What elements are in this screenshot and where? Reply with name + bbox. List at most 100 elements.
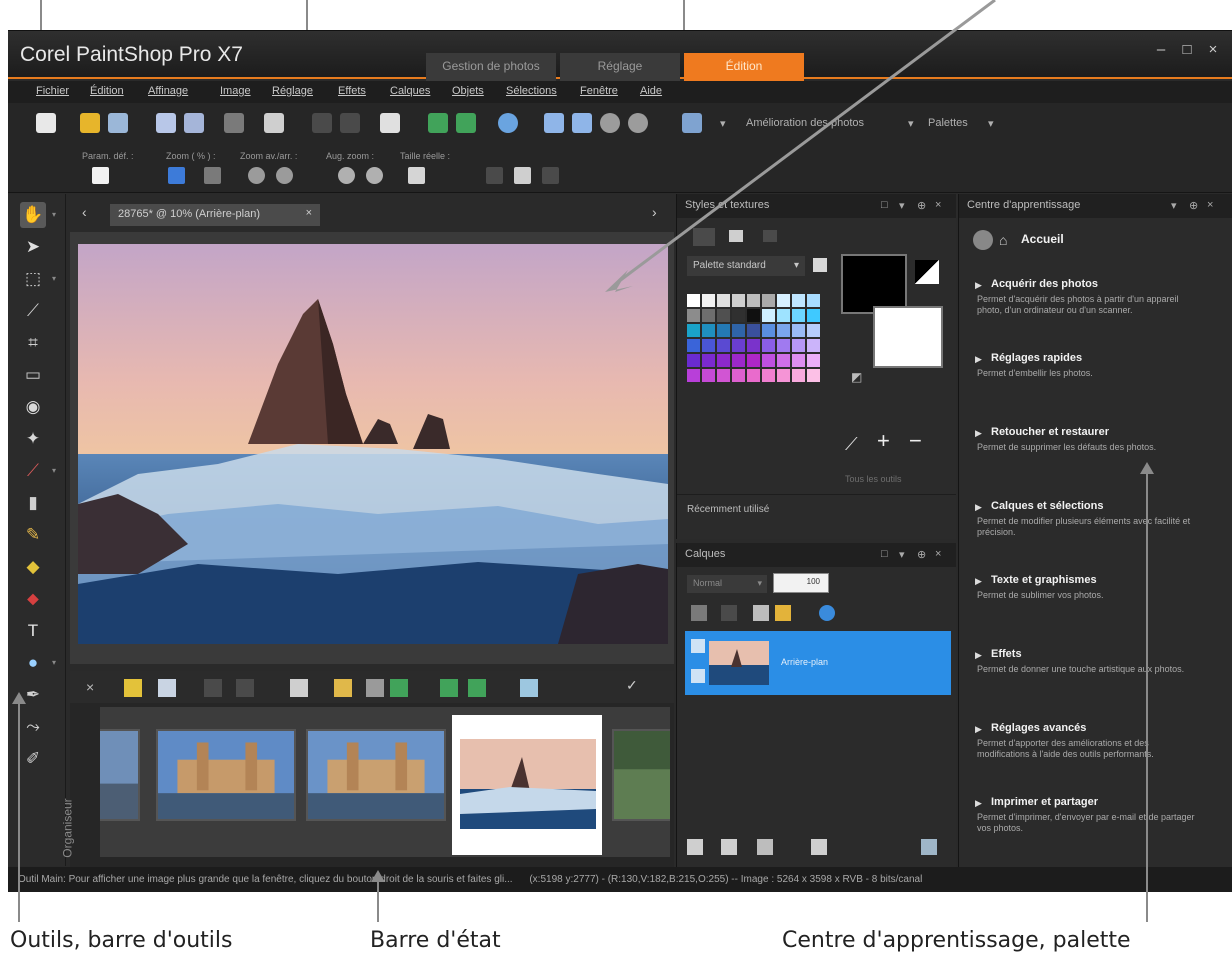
chevron-down-icon[interactable]: ▾ <box>52 274 56 283</box>
color-swatch[interactable] <box>687 294 700 307</box>
chevron-down-icon[interactable]: ▾ <box>899 548 905 561</box>
color-swatch[interactable] <box>777 324 790 337</box>
color-swatch[interactable] <box>717 339 730 352</box>
warp-tool-icon[interactable]: ⤳ <box>20 714 46 740</box>
chevron-right-icon[interactable]: ▶ <box>975 576 982 587</box>
menu-calques[interactable]: Calques <box>390 85 430 97</box>
chevron-down-icon[interactable]: ▾ <box>988 117 994 130</box>
color-swatch[interactable] <box>717 309 730 322</box>
color-swatch[interactable] <box>777 309 790 322</box>
color-swatch[interactable] <box>747 354 760 367</box>
palette-select[interactable]: Palette standard ▾ <box>687 256 805 276</box>
home-icon[interactable]: ⌂ <box>999 232 1007 248</box>
fit-window-icon[interactable] <box>544 113 564 133</box>
color-swatch[interactable] <box>747 324 760 337</box>
zoom-in-icon[interactable] <box>628 113 648 133</box>
group-icon[interactable] <box>811 839 827 855</box>
pan-icon[interactable] <box>486 167 503 184</box>
thumbnail[interactable] <box>100 729 140 821</box>
color-swatch[interactable] <box>687 324 700 337</box>
tab-edition[interactable]: Édition <box>684 53 804 81</box>
color-swatch[interactable] <box>732 294 745 307</box>
color-swatch[interactable] <box>792 294 805 307</box>
mask-layer-icon[interactable] <box>757 839 773 855</box>
hand-preset-icon[interactable] <box>92 167 109 184</box>
window-icon[interactable]: □ <box>881 548 888 560</box>
tag-icon[interactable] <box>334 679 352 697</box>
chevron-down-icon[interactable]: ▾ <box>720 117 726 130</box>
color-swatch[interactable] <box>807 324 820 337</box>
clone-tool-icon[interactable]: ✎ <box>20 522 46 548</box>
chevron-down-icon[interactable]: ▾ <box>52 658 56 667</box>
thumbnail-strip[interactable] <box>100 707 670 857</box>
color-swatch[interactable] <box>732 369 745 382</box>
chevron-right-icon[interactable]: ▶ <box>975 502 982 513</box>
blend-mode-select[interactable]: Normal ▾ <box>687 575 767 593</box>
menu-affinage[interactable]: Affinage <box>148 85 188 97</box>
menu-fichier[interactable]: Fichier <box>36 85 69 97</box>
info-icon[interactable] <box>498 113 518 133</box>
share-icon[interactable] <box>366 679 384 697</box>
pattern-mode-icon[interactable] <box>763 230 777 242</box>
close-icon[interactable]: × <box>935 199 941 211</box>
link-icon[interactable] <box>753 605 769 621</box>
color-swatch[interactable] <box>702 309 715 322</box>
chevron-right-icon[interactable]: ▶ <box>975 280 982 291</box>
color-swatch[interactable] <box>762 369 775 382</box>
reset-colors-icon[interactable]: ◩ <box>851 370 862 384</box>
zoom-spinner-icon[interactable] <box>204 167 221 184</box>
eye-icon[interactable] <box>691 669 705 683</box>
add-icon[interactable]: + <box>877 428 890 454</box>
check-icon[interactable]: ✓ <box>626 677 638 694</box>
chevron-right-icon[interactable]: ▶ <box>975 428 982 439</box>
organizer-tool-icon[interactable] <box>124 679 142 697</box>
pin-icon[interactable]: ⊕ <box>1189 199 1198 212</box>
color-swatch[interactable] <box>687 309 700 322</box>
color-swatch[interactable] <box>702 324 715 337</box>
zoom-value-field[interactable] <box>168 167 185 184</box>
fill-tool-icon[interactable]: ◆ <box>20 554 46 580</box>
back-icon[interactable] <box>973 230 993 250</box>
color-swatch[interactable] <box>732 339 745 352</box>
lock-icon[interactable] <box>775 605 791 621</box>
color-swatch[interactable] <box>717 324 730 337</box>
learning-section-title[interactable]: Effets <box>991 648 1022 660</box>
new-layer-icon[interactable] <box>691 605 707 621</box>
color-swatch[interactable] <box>732 324 745 337</box>
color-swatch[interactable] <box>687 369 700 382</box>
zoom-out-icon[interactable] <box>600 113 620 133</box>
rotate-right-icon[interactable] <box>468 679 486 697</box>
menu-objets[interactable]: Objets <box>452 85 484 97</box>
color-swatch[interactable] <box>762 339 775 352</box>
close-icon[interactable]: × <box>86 679 94 695</box>
color-swatch[interactable] <box>747 309 760 322</box>
close-button[interactable]: × <box>1204 41 1222 58</box>
gradient-mode-icon[interactable] <box>729 230 743 242</box>
color-swatch[interactable] <box>702 339 715 352</box>
remove-icon[interactable]: − <box>909 428 922 454</box>
rotate-right-icon[interactable] <box>456 113 476 133</box>
color-swatch[interactable] <box>792 369 805 382</box>
color-swatch[interactable] <box>717 294 730 307</box>
thumbnail-selected[interactable] <box>452 715 602 855</box>
color-swatch[interactable] <box>792 354 805 367</box>
share-icon[interactable] <box>224 113 244 133</box>
delete-layer-icon[interactable] <box>721 605 737 621</box>
full-screen-icon[interactable] <box>542 167 559 184</box>
actual-size-icon[interactable] <box>408 167 425 184</box>
color-swatch[interactable] <box>747 369 760 382</box>
pin-icon[interactable]: ⊕ <box>917 199 926 212</box>
close-icon[interactable]: × <box>935 548 941 560</box>
undo-icon[interactable] <box>312 113 332 133</box>
layer-expand-icon[interactable] <box>691 639 705 653</box>
color-swatch[interactable] <box>747 339 760 352</box>
dropper-tool-icon[interactable]: ⟋ <box>20 298 46 324</box>
menu-reglage[interactable]: Réglage <box>272 85 313 97</box>
tab-gestion-photos[interactable]: Gestion de photos <box>426 53 556 81</box>
color-swatch[interactable] <box>747 294 760 307</box>
mask-icon[interactable] <box>819 605 835 621</box>
color-swatches[interactable] <box>687 294 827 404</box>
color-swatch[interactable] <box>777 354 790 367</box>
crop-tool-icon[interactable]: ⌗ <box>20 330 46 356</box>
close-icon[interactable]: × <box>1207 199 1213 211</box>
